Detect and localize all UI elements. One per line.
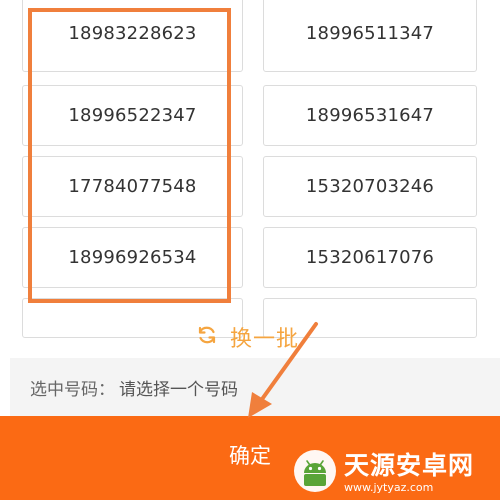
number-option[interactable]: 18983228623 xyxy=(22,0,243,72)
number-option[interactable]: 18996531647 xyxy=(263,85,477,146)
selected-number-label: 选中号码： xyxy=(30,379,115,400)
number-option[interactable]: 18996522347 xyxy=(22,85,243,146)
refresh-icon xyxy=(196,324,218,350)
selected-number-value: 请选择一个号码 xyxy=(119,379,238,400)
annotation-arrow xyxy=(248,322,318,418)
watermark: 天源安卓网 www.jytyaz.com xyxy=(292,448,498,498)
number-option[interactable]: 15320703246 xyxy=(263,156,477,217)
number-grid: 18983228623 18996511347 18996522347 1899… xyxy=(0,0,500,338)
watermark-title: 天源安卓网 xyxy=(344,451,475,480)
number-option[interactable]: 18996926534 xyxy=(22,227,243,288)
number-option[interactable]: 17784077548 xyxy=(22,156,243,217)
number-option[interactable]: 18996511347 xyxy=(263,0,477,72)
watermark-url: www.jytyaz.com xyxy=(344,481,434,494)
android-logo-icon xyxy=(292,447,338,499)
confirm-label: 确定 xyxy=(229,444,271,468)
number-option[interactable]: 15320617076 xyxy=(263,227,477,288)
